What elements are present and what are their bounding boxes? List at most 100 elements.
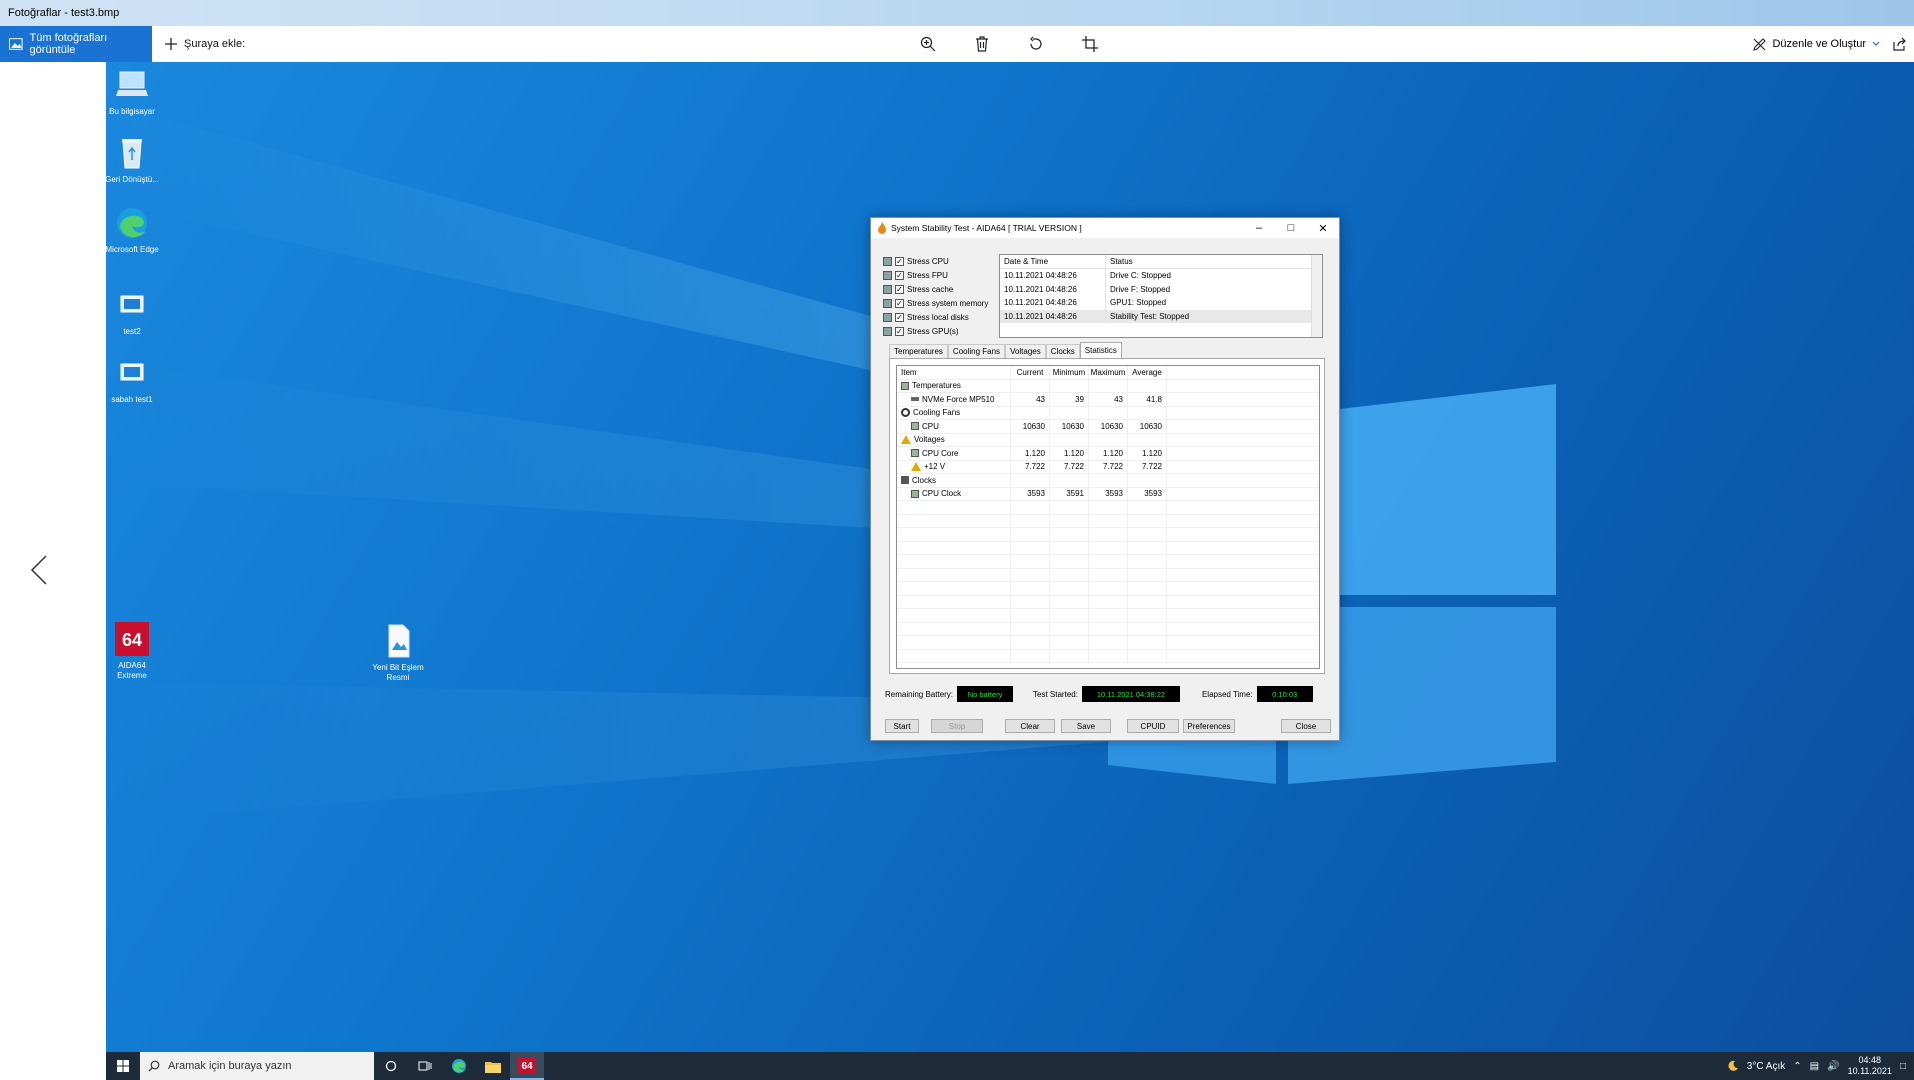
log-row[interactable]: 10.11.2021 04:48:26 Drive C: Stopped — [1000, 269, 1322, 283]
cortana-circle-icon — [385, 1060, 397, 1072]
stress-options: ✓ Stress CPU ✓ Stress FPU ✓ Stress cache ✓ S… — [883, 254, 993, 338]
save-button[interactable]: Save — [1061, 719, 1111, 733]
view-all-photos-button[interactable]: Tüm fotoğrafları görüntüle — [0, 26, 152, 62]
minimize-button[interactable]: – — [1243, 218, 1275, 238]
desktop-icon-edge[interactable]: Microsoft Edge — [106, 206, 160, 255]
notification-icon[interactable]: □ — [1900, 1061, 1906, 1072]
network-icon[interactable]: ▤ — [1810, 1061, 1819, 1072]
close-button[interactable]: Close — [1281, 719, 1331, 733]
desktop-icon-label: Yeni Bit Eşlem Resmi — [372, 663, 424, 682]
checkbox-checked-icon[interactable]: ✓ — [895, 326, 904, 336]
trash-icon[interactable] — [972, 34, 992, 54]
table-row[interactable]: CPU Core 1.120 1.120 1.120 1.120 — [897, 447, 1319, 461]
aida64-title-bar[interactable]: System Stability Test - AIDA64 [ TRIAL V… — [871, 218, 1339, 238]
stress-disks-option[interactable]: ✓ Stress local disks — [883, 310, 993, 324]
desktop-icon-test2[interactable]: test2 — [106, 288, 160, 337]
table-row[interactable]: +12 V 7.722 7.722 7.722 7.722 — [897, 460, 1319, 474]
log-col-datetime[interactable]: Date & Time — [1000, 255, 1106, 268]
clock-icon — [901, 476, 909, 485]
zoom-icon[interactable] — [918, 34, 938, 54]
stress-cache-option[interactable]: ✓ Stress cache — [883, 282, 993, 296]
start-button[interactable]: Start — [885, 719, 919, 733]
warning-icon — [901, 435, 911, 445]
taskbar-search-box[interactable]: Aramak için buraya yazın — [140, 1052, 374, 1080]
aida64-stability-window: System Stability Test - AIDA64 [ TRIAL V… — [870, 217, 1340, 741]
checkbox-checked-icon[interactable]: ✓ — [895, 270, 904, 280]
cell-maximum: 10630 — [1089, 420, 1128, 433]
col-average[interactable]: Average — [1128, 366, 1167, 379]
stress-cpu-option[interactable]: ✓ Stress CPU — [883, 254, 993, 268]
cell-average: 10630 — [1128, 420, 1167, 433]
col-current[interactable]: Current — [1011, 366, 1050, 379]
stress-gpu-option[interactable]: ✓ Stress GPU(s) — [883, 324, 993, 338]
checkbox-checked-icon[interactable]: ✓ — [895, 298, 904, 308]
edge-icon — [117, 208, 147, 238]
desktop-icon-this-pc[interactable]: Bu bilgisayar — [106, 68, 160, 117]
tab-voltages[interactable]: Voltages — [1005, 344, 1046, 358]
checkbox-checked-icon[interactable]: ✓ — [895, 312, 904, 322]
close-window-button[interactable]: ✕ — [1307, 218, 1339, 238]
rotate-icon[interactable] — [1026, 34, 1046, 54]
tab-statistics[interactable]: Statistics — [1079, 342, 1122, 358]
checkbox-checked-icon[interactable]: ✓ — [895, 284, 904, 294]
tab-cooling-fans[interactable]: Cooling Fans — [947, 344, 1006, 358]
desktop-icon-sabah-test1[interactable]: sabah test1 — [106, 356, 160, 405]
desktop-icon-aida64[interactable]: 64 AIDA64 Extreme — [106, 622, 160, 681]
col-maximum[interactable]: Maximum — [1089, 366, 1128, 379]
task-view-button[interactable] — [408, 1052, 442, 1080]
start-button-windows[interactable] — [106, 1052, 140, 1080]
log-col-status[interactable]: Status — [1106, 257, 1133, 266]
stress-fpu-option[interactable]: ✓ Stress FPU — [883, 268, 993, 282]
col-minimum[interactable]: Minimum — [1050, 366, 1089, 379]
table-row-empty — [897, 501, 1319, 515]
log-status: Drive F: Stopped — [1110, 284, 1171, 294]
aida64-icon: 64 — [518, 1057, 536, 1073]
volume-icon[interactable]: 🔊 — [1827, 1061, 1839, 1072]
clock-time: 04:48 — [1858, 1055, 1882, 1065]
table-row-empty — [897, 595, 1319, 609]
cortana-button[interactable] — [374, 1052, 408, 1080]
clear-button[interactable]: Clear — [1005, 719, 1055, 733]
stop-button[interactable]: Stop — [931, 719, 983, 733]
crop-icon[interactable] — [1080, 34, 1100, 54]
col-item[interactable]: Item — [897, 366, 1011, 379]
tab-temperatures[interactable]: Temperatures — [889, 344, 948, 358]
log-datetime: 10.11.2021 04:48:26 — [1000, 309, 1106, 323]
table-row[interactable]: NVMe Force MP510 43 39 43 41.8 — [897, 393, 1319, 407]
previous-photo-button[interactable] — [24, 552, 54, 588]
chevron-up-icon[interactable]: ⌃ — [1793, 1061, 1801, 1072]
table-row[interactable]: CPU Clock 3593 3591 3593 3593 — [897, 487, 1319, 501]
log-scrollbar[interactable] — [1311, 255, 1322, 337]
table-row[interactable]: CPU 10630 10630 10630 10630 — [897, 420, 1319, 434]
tab-clocks[interactable]: Clocks — [1045, 344, 1080, 358]
event-log[interactable]: Date & Time Status 10.11.2021 04:48:26 Dr… — [999, 254, 1323, 338]
table-row[interactable]: Cooling Fans — [897, 406, 1319, 420]
log-row[interactable]: 10.11.2021 04:48:26 GPU1: Stopped — [1000, 296, 1322, 310]
edit-create-button[interactable]: Düzenle ve Oluştur — [1753, 37, 1880, 51]
moon-weather-icon — [1728, 1060, 1738, 1071]
table-row-empty — [897, 582, 1319, 596]
cpuid-button[interactable]: CPUID — [1127, 719, 1179, 733]
desktop-icon-bitmap[interactable]: Yeni Bit Eşlem Resmi — [370, 624, 426, 683]
taskbar-aida64[interactable]: 64 — [510, 1052, 544, 1080]
preferences-button[interactable]: Preferences — [1183, 719, 1235, 733]
cpu-chip-icon — [911, 489, 919, 498]
weather-text[interactable]: 3°C Açık — [1747, 1061, 1785, 1072]
taskbar-edge[interactable] — [442, 1052, 476, 1080]
taskbar-file-explorer[interactable] — [476, 1052, 510, 1080]
desktop-icon-recycle-bin[interactable]: Geri Dönüştü... — [106, 136, 160, 185]
checkbox-checked-icon[interactable]: ✓ — [895, 256, 904, 266]
table-row[interactable]: Voltages — [897, 433, 1319, 447]
table-row[interactable]: Temperatures — [897, 379, 1319, 393]
stress-memory-option[interactable]: ✓ Stress system memory — [883, 296, 993, 310]
log-row[interactable]: 10.11.2021 04:48:26 Stability Test: Stopp… — [1000, 309, 1322, 323]
share-icon[interactable] — [1890, 34, 1910, 54]
add-to-button[interactable]: Şuraya ekle: — [152, 26, 245, 62]
table-row-empty — [897, 528, 1319, 542]
recycle-bin-icon — [122, 139, 142, 169]
table-row[interactable]: Clocks — [897, 474, 1319, 488]
taskbar-clock[interactable]: 04:48 10.11.2021 — [1848, 1055, 1892, 1077]
maximize-button[interactable]: □ — [1275, 218, 1307, 238]
log-row[interactable]: 10.11.2021 04:48:26 Drive F: Stopped — [1000, 282, 1322, 296]
stress-label: Stress cache — [907, 284, 954, 294]
